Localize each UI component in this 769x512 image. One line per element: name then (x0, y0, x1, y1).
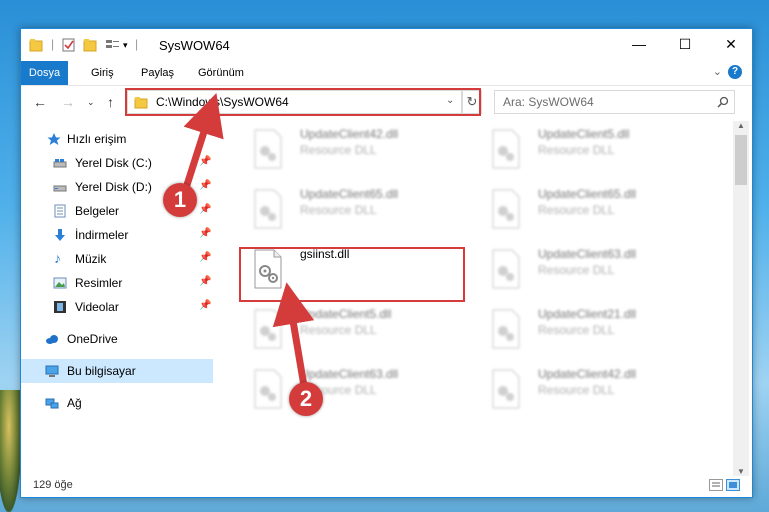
annotation-step-1: 1 (163, 183, 197, 217)
annotation-step-2: 2 (289, 382, 323, 416)
annotation-arrow-1 (182, 92, 224, 190)
annotation-arrows (182, 92, 315, 387)
annotation-arrow-2 (272, 282, 315, 387)
